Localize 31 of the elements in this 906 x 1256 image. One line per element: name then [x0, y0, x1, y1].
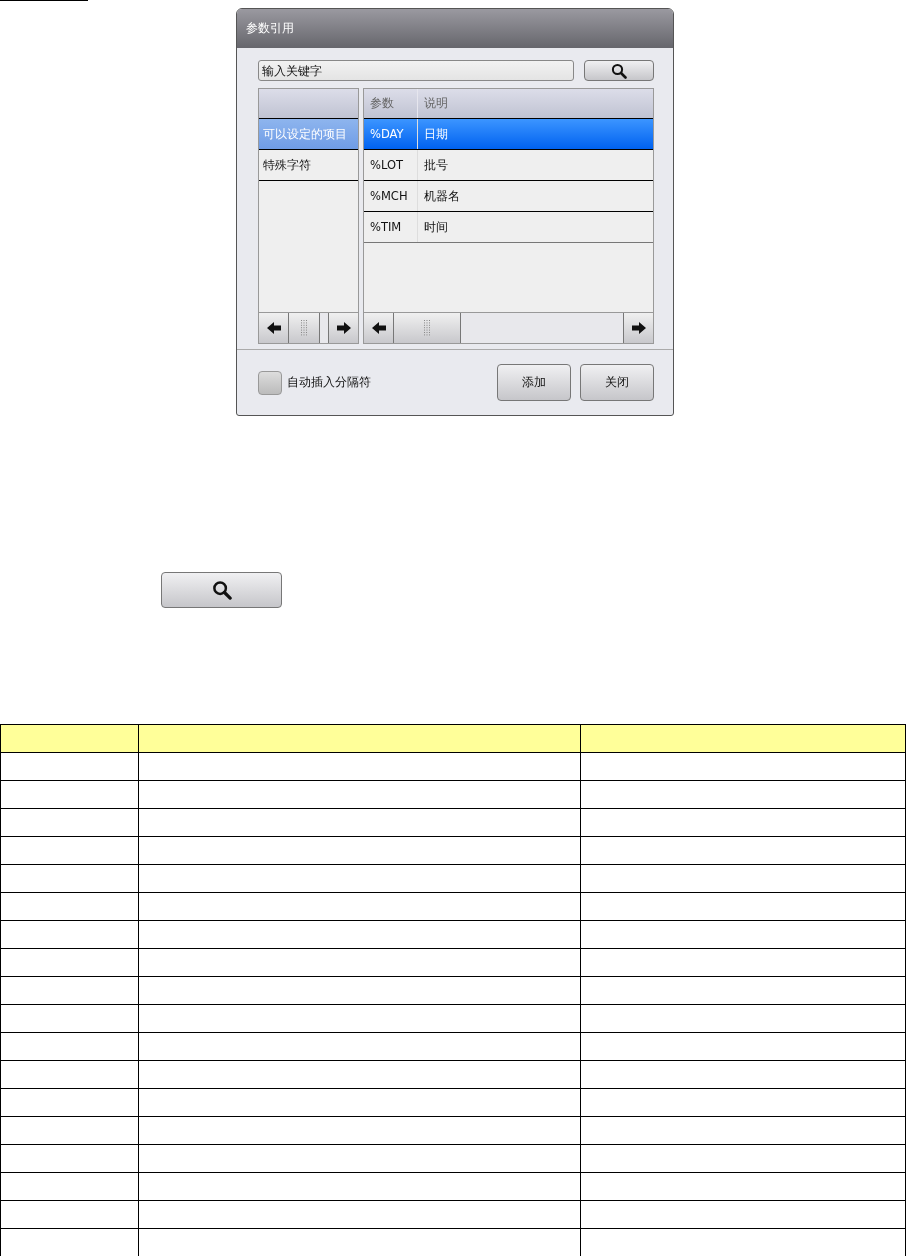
- search-icon: [611, 62, 627, 79]
- column-header: 说明: [423, 95, 449, 112]
- search-icon: [211, 580, 232, 600]
- grip-icon: [300, 320, 308, 336]
- scroll-left-button[interactable]: [259, 313, 289, 343]
- scrollbar[interactable]: [259, 312, 358, 343]
- column-header: 参数: [364, 89, 418, 118]
- scrollbar[interactable]: [364, 312, 653, 343]
- checkbox[interactable]: [258, 370, 282, 395]
- search-button[interactable]: [161, 572, 282, 608]
- search-field[interactable]: 输入关键字: [258, 60, 574, 81]
- table-row[interactable]: %TIM 时间: [364, 212, 653, 243]
- left-arrow-icon: [265, 321, 282, 335]
- table-row[interactable]: %LOT 批号: [364, 150, 653, 181]
- dialog-button[interactable]: 关闭: [580, 364, 654, 401]
- scroll-thumb[interactable]: [394, 313, 461, 343]
- table-row[interactable]: %DAY 日期: [364, 119, 653, 150]
- category-item[interactable]: 特殊字符: [259, 150, 358, 181]
- table-row[interactable]: %MCH 机器名: [364, 181, 653, 212]
- left-arrow-icon: [370, 321, 387, 335]
- window-title: 参数引用: [246, 20, 294, 37]
- scroll-right-button[interactable]: [623, 313, 653, 343]
- checkbox-label: 自动插入分隔符: [287, 375, 372, 390]
- right-arrow-icon: [630, 321, 647, 335]
- scroll-left-button[interactable]: [364, 313, 394, 343]
- grip-icon: [423, 320, 431, 336]
- right-arrow-icon: [335, 321, 352, 335]
- dialog-button[interactable]: 添加: [497, 364, 571, 401]
- scroll-right-button[interactable]: [328, 313, 358, 343]
- scroll-thumb[interactable]: [289, 313, 320, 343]
- search-button[interactable]: [584, 60, 654, 81]
